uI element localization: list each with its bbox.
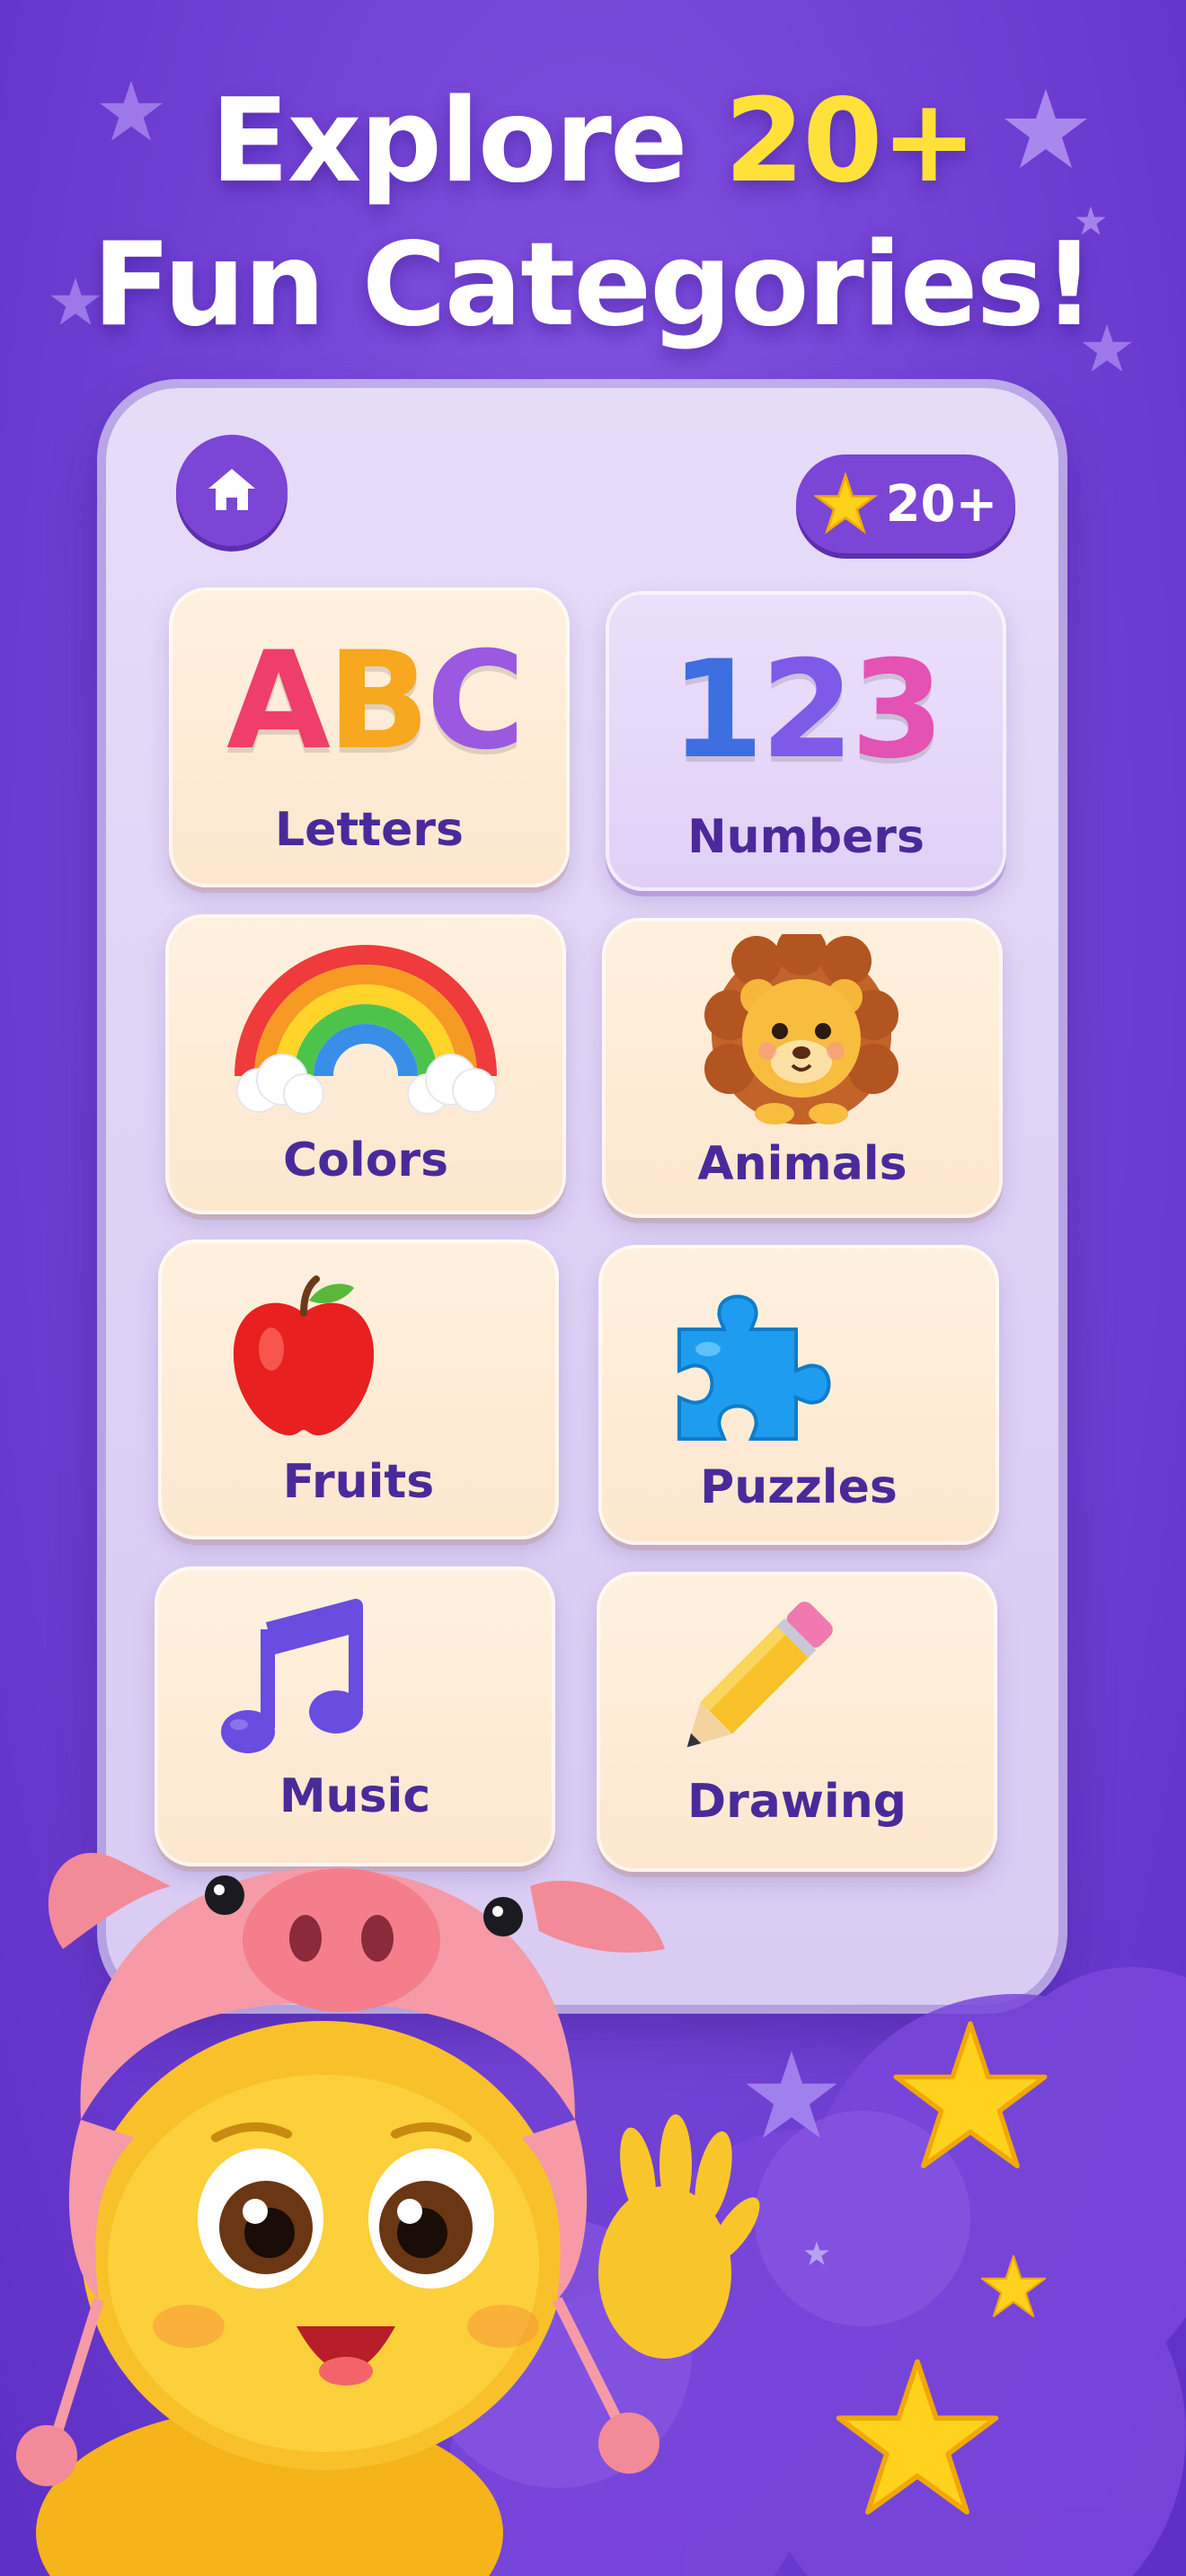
stars-counter[interactable]: 20+ <box>796 454 1015 553</box>
music-note-icon <box>221 1599 363 1753</box>
pencil-icon <box>686 1601 833 1748</box>
gold-star-icon <box>980 2254 1047 2317</box>
number-digit: 2 <box>760 632 854 789</box>
tile-label: Colors <box>282 1134 449 1187</box>
headline-line-1: Explore 20+ <box>0 70 1186 214</box>
headline-prefix: Explore <box>210 75 725 208</box>
number-digit: 1 <box>670 632 764 789</box>
home-button[interactable] <box>176 435 288 546</box>
abc-letter: A <box>226 623 331 780</box>
category-tile-fruits[interactable]: Fruits <box>158 1239 559 1539</box>
puzzle-piece-icon <box>677 1294 831 1441</box>
abc-letter: C <box>426 623 525 780</box>
background-star-icon <box>804 2241 829 2265</box>
home-icon <box>208 469 255 510</box>
rainbow-icon <box>235 945 497 1115</box>
gold-star-icon <box>893 2021 1048 2169</box>
number-digit: 3 <box>850 632 944 789</box>
category-tile-numbers[interactable]: 123 Numbers <box>606 591 1006 891</box>
star-icon <box>813 472 877 534</box>
gold-star-icon <box>836 2359 999 2515</box>
abc-letter: B <box>327 623 429 780</box>
pig-hat-mascot <box>16 1852 760 2576</box>
category-tile-colors[interactable]: Colors <box>165 914 566 1214</box>
abc-letters-art: ABC <box>226 634 526 769</box>
apple-icon <box>233 1275 375 1436</box>
lion-icon <box>704 934 898 1125</box>
tile-label: Animals <box>697 1137 907 1191</box>
headline: Explore 20+ Fun Categories! <box>0 70 1186 357</box>
stars-count: 20+ <box>885 474 998 534</box>
headline-line-2: Fun Categories! <box>92 218 1095 352</box>
headline-accent: 20+ <box>724 75 977 208</box>
category-tile-letters[interactable]: ABC Letters <box>169 587 570 887</box>
category-tile-puzzles[interactable]: Puzzles <box>598 1245 999 1545</box>
tile-label: Letters <box>275 803 464 857</box>
tile-label: Numbers <box>687 810 925 864</box>
category-tile-animals[interactable]: Animals <box>602 918 1003 1218</box>
app-screen: 20+ ABC Letters 123 Numbers Colors Anima… <box>106 388 1058 2005</box>
numbers-art: 123 <box>670 643 944 778</box>
tile-label: Fruits <box>282 1455 435 1509</box>
tile-label: Puzzles <box>700 1460 898 1514</box>
